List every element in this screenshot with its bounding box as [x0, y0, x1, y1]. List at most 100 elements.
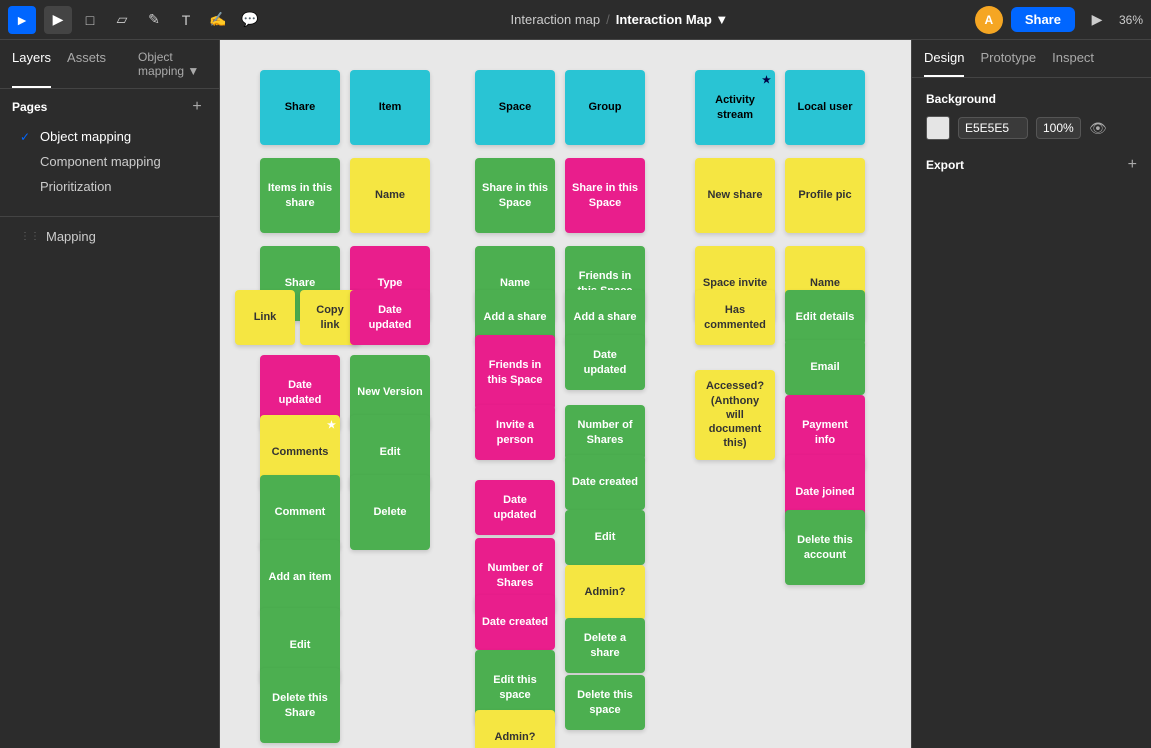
sticky-edit-details[interactable]: Edit details [785, 290, 865, 345]
page-label-component-mapping: Component mapping [40, 154, 161, 169]
sticky-date-updated-green[interactable]: Date updated [565, 335, 645, 390]
sticky-text-activity-stream-blue: Activity stream [701, 93, 769, 122]
toolbar-breadcrumb: Interaction map / Interaction Map ▼ [268, 12, 971, 27]
tab-design[interactable]: Design [924, 40, 964, 77]
sticky-date-updated-pink3[interactable]: Date updated [475, 480, 555, 535]
bg-color-swatch[interactable] [926, 116, 950, 140]
sticky-comment-green[interactable]: Comment [260, 475, 340, 550]
sticky-share-blue[interactable]: Share [260, 70, 340, 145]
sticky-name-yellow1[interactable]: Name [350, 158, 430, 233]
sticky-accessed[interactable]: Accessed? (Anthony will document this) [695, 370, 775, 460]
sticky-date-created-pink[interactable]: Date created [475, 595, 555, 650]
user-avatar[interactable]: A [975, 6, 1003, 34]
sticky-invite-person[interactable]: Invite a person [475, 405, 555, 460]
sticky-text-edit-details: Edit details [796, 310, 855, 324]
sticky-link-yellow[interactable]: Link [235, 290, 295, 345]
app-logo[interactable]: ► [8, 6, 36, 34]
select-tool[interactable]: ▶ [44, 6, 72, 34]
toolbar: ► ▶ □ ▱ ✎ T ✍ 💬 Interaction map / Intera… [0, 0, 1151, 40]
layers-section: ⋮⋮ Mapping [0, 216, 219, 256]
zoom-level[interactable]: 36% [1119, 13, 1143, 27]
bg-opacity-input[interactable] [1036, 117, 1081, 139]
sticky-delete-share2[interactable]: Delete this Share [260, 668, 340, 743]
visibility-toggle[interactable]: 👁 [1089, 120, 1107, 137]
sticky-num-shares[interactable]: Number of Shares [565, 405, 645, 460]
sticky-delete-account[interactable]: Delete this account [785, 510, 865, 585]
sticky-delete-green1[interactable]: Delete [350, 475, 430, 550]
sticky-share-in-space2[interactable]: Share in this Space [565, 158, 645, 233]
shape-tool[interactable]: ▱ [108, 6, 136, 34]
sticky-share-in-space1[interactable]: Share in this Space [475, 158, 555, 233]
add-page-button[interactable]: + [187, 97, 207, 117]
sticky-text-date-updated-pink1: Date updated [356, 303, 424, 332]
tab-layers[interactable]: Layers [12, 40, 51, 88]
canvas-area[interactable]: ShareItemSpaceGroup★Activity streamLocal… [220, 40, 911, 748]
sticky-items-in-share[interactable]: Items in this share [260, 158, 340, 233]
sticky-text-date-updated-pink2: Date updated [266, 378, 334, 407]
current-page-name[interactable]: Interaction Map ▼ [616, 12, 729, 27]
sticky-text-delete-share-green: Delete a share [571, 631, 639, 660]
project-name: Interaction map [511, 12, 601, 27]
comment-tool[interactable]: 💬 [236, 6, 264, 34]
export-row: Export + [926, 156, 1137, 174]
right-panel-tabs: Design Prototype Inspect [912, 40, 1151, 78]
sticky-has-commented[interactable]: Has commented [695, 290, 775, 345]
pages-title: Pages [12, 100, 47, 114]
sticky-text-space-blue: Space [499, 100, 531, 114]
page-item-object-mapping[interactable]: ✓ Object mapping [12, 125, 207, 148]
sticky-text-comments-yellow: Comments [272, 445, 329, 459]
sticky-edit-green2[interactable]: Edit [565, 510, 645, 565]
page-item-component-mapping[interactable]: ✓ Component mapping [12, 150, 207, 173]
sticky-date-updated-pink1[interactable]: Date updated [350, 290, 430, 345]
sticky-text-add-item-green: Add an item [269, 570, 332, 584]
sticky-text-comment-green: Comment [275, 505, 326, 519]
sticky-new-share[interactable]: New share [695, 158, 775, 233]
layer-label-mapping: Mapping [46, 229, 96, 244]
sticky-text-name-green2: Name [500, 276, 530, 290]
sticky-text-delete-account: Delete this account [791, 533, 859, 562]
export-add-button[interactable]: + [1128, 156, 1137, 174]
sticky-friends-in-space2[interactable]: Friends in this Space [475, 335, 555, 410]
sticky-admin1-yellow[interactable]: Admin? [565, 565, 645, 620]
sticky-text-link-yellow: Link [254, 310, 277, 324]
page-item-prioritization[interactable]: ✓ Prioritization [12, 175, 207, 198]
background-row: 👁 [926, 116, 1137, 140]
sticky-space-blue[interactable]: Space [475, 70, 555, 145]
text-tool[interactable]: T [172, 6, 200, 34]
tab-inspect[interactable]: Inspect [1052, 40, 1094, 77]
sticky-text-accessed: Accessed? (Anthony will document this) [701, 379, 769, 450]
layer-item-mapping[interactable]: ⋮⋮ Mapping [12, 225, 207, 248]
sticky-group-blue[interactable]: Group [565, 70, 645, 145]
tab-assets[interactable]: Assets [67, 40, 106, 88]
sticky-admin2-yellow[interactable]: Admin? [475, 710, 555, 748]
sticky-activity-stream-blue[interactable]: ★Activity stream [695, 70, 775, 145]
sticky-delete-space[interactable]: Delete this space [565, 675, 645, 730]
sticky-email-green[interactable]: Email [785, 340, 865, 395]
sticky-text-local-user-blue: Local user [797, 100, 852, 114]
toolbar-right: A Share ▶ 36% [975, 6, 1143, 34]
sticky-text-group-blue: Group [589, 100, 622, 114]
sticky-text-admin2-yellow: Admin? [495, 730, 536, 744]
sticky-item-blue[interactable]: Item [350, 70, 430, 145]
sticky-text-invite-person: Invite a person [481, 418, 549, 447]
avatar-initials: A [984, 13, 993, 27]
play-button[interactable]: ▶ [1083, 6, 1111, 34]
sticky-date-created-green1[interactable]: Date created [565, 455, 645, 510]
left-panel-tabs: Layers Assets Object mapping ▼ [0, 40, 219, 89]
sticky-text-date-joined: Date joined [795, 485, 854, 499]
sticky-profile-pic[interactable]: Profile pic [785, 158, 865, 233]
star-icon: ★ [327, 419, 336, 432]
sticky-text-share-blue: Share [285, 100, 316, 114]
bg-hex-input[interactable] [958, 117, 1028, 139]
frame-tool[interactable]: □ [76, 6, 104, 34]
sticky-text-edit-green2: Edit [595, 530, 616, 544]
sticky-add-item-green[interactable]: Add an item [260, 540, 340, 615]
share-button[interactable]: Share [1011, 7, 1075, 32]
sticky-text-share-green2: Share [285, 276, 316, 290]
object-mapping-header[interactable]: Object mapping ▼ [138, 40, 207, 88]
sticky-delete-share-green[interactable]: Delete a share [565, 618, 645, 673]
hand-tool[interactable]: ✍ [204, 6, 232, 34]
sticky-local-user-blue[interactable]: Local user [785, 70, 865, 145]
pen-tool[interactable]: ✎ [140, 6, 168, 34]
tab-prototype[interactable]: Prototype [980, 40, 1036, 77]
